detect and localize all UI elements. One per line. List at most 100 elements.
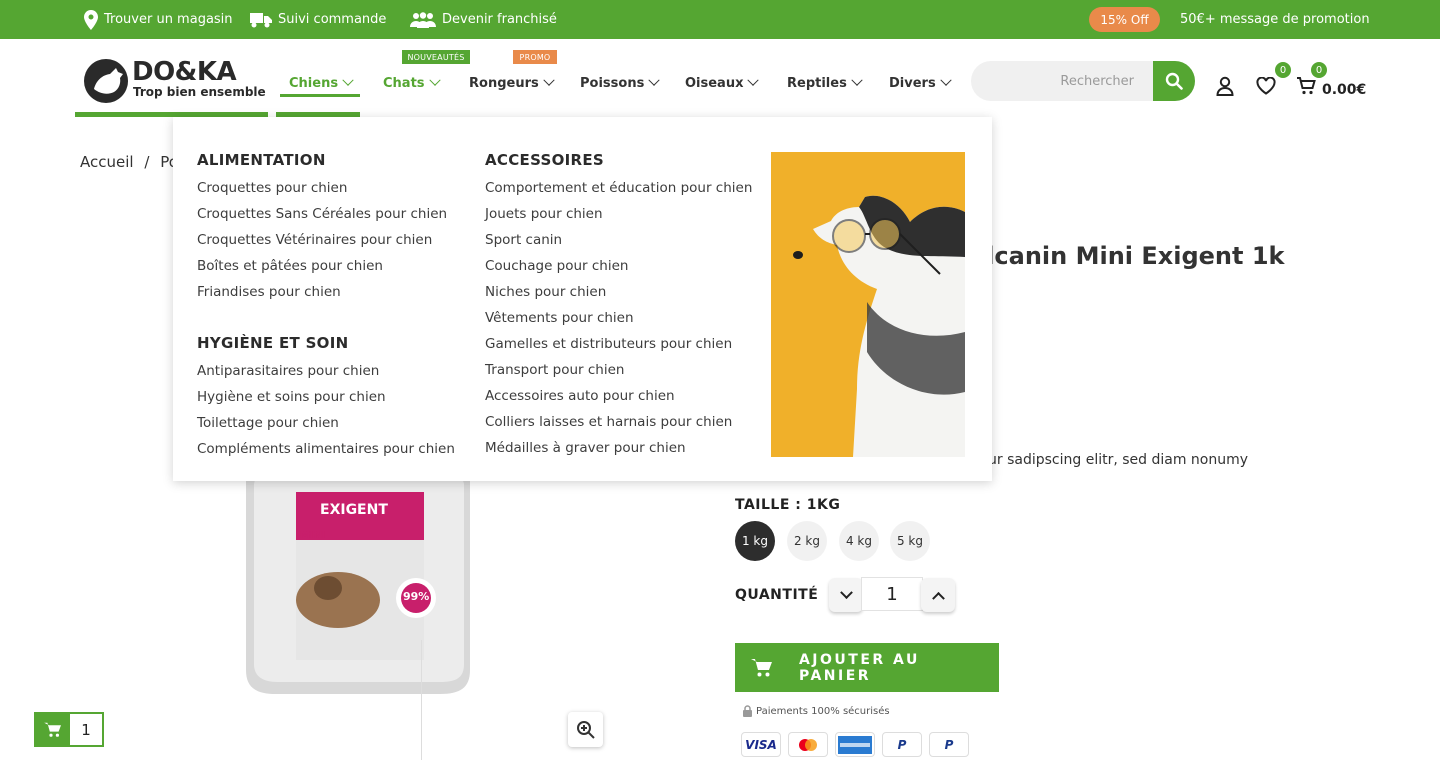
package-sub: MINI	[300, 530, 326, 541]
menu-link[interactable]: Toilettage pour chien	[197, 414, 339, 432]
size-option[interactable]: 4 kg	[839, 521, 879, 561]
chevron-down-icon	[428, 74, 441, 86]
nav-item-reptiles[interactable]: Reptiles	[787, 71, 863, 95]
search-placeholder: Rechercher	[1060, 73, 1134, 89]
franchise-link[interactable]: Devenir franchisé	[409, 0, 557, 39]
breadcrumb-separator: /	[144, 153, 150, 171]
menu-link[interactable]: Niches pour chien	[485, 283, 606, 301]
menu-link[interactable]: Gamelles et distributeurs pour chien	[485, 335, 732, 353]
menu-heading-alimentation: ALIMENTATION	[197, 151, 326, 169]
dog-with-glasses-image[interactable]	[771, 152, 965, 457]
menu-link[interactable]: Boîtes et pâtées pour chien	[197, 257, 383, 275]
product-description: ur sadipscing elitr, sed diam nonumy	[988, 452, 1249, 468]
size-option[interactable]: 5 kg	[890, 521, 930, 561]
nav-item-rongeurs[interactable]: Rongeurs	[469, 71, 555, 95]
cart-total[interactable]: 0.00€	[1322, 82, 1366, 98]
quantity-label: QUANTITÉ	[735, 587, 819, 603]
package-label: EXIGENT	[320, 502, 388, 518]
quantity-decrease-button[interactable]	[829, 578, 863, 612]
cart-count: 0	[1311, 62, 1327, 78]
zoom-in-icon	[576, 720, 595, 739]
truck-icon	[250, 12, 272, 27]
logo-tagline: Trop bien ensemble	[133, 85, 266, 99]
top-bar: Trouver un magasin Suivi commande Deveni…	[0, 0, 1440, 39]
nav-label: Oiseaux	[685, 75, 744, 91]
order-tracking-link[interactable]: Suivi commande	[250, 0, 386, 39]
menu-link[interactable]: Médailles à graver pour chien	[485, 439, 686, 457]
order-tracking-label: Suivi commande	[278, 12, 387, 27]
mega-menu-chiens: ALIMENTATION Croquettes pour chien Croqu…	[173, 117, 992, 481]
add-to-cart-button[interactable]: AJOUTER AU PANIER	[735, 643, 999, 692]
size-option[interactable]: 2 kg	[787, 521, 827, 561]
quantity-increase-button[interactable]	[921, 578, 955, 612]
promo-message: 50€+ message de promotion	[1180, 12, 1370, 27]
package-percent: 99%	[403, 590, 430, 603]
menu-link[interactable]: Croquettes Vétérinaires pour chien	[197, 231, 432, 249]
visa-icon: VISA	[741, 732, 781, 757]
cart-button[interactable]	[1293, 74, 1319, 98]
logo[interactable]: DO&KA Trop bien ensemble	[84, 57, 266, 105]
chevron-down-icon	[839, 585, 853, 599]
menu-link[interactable]: Hygiène et soins pour chien	[197, 388, 386, 406]
floating-cart-count: 1	[81, 720, 91, 739]
chevron-down-icon	[940, 74, 952, 86]
size-label: TAILLE : 1KG	[735, 497, 841, 513]
nav-item-chiens[interactable]: Chiens	[289, 71, 354, 95]
menu-link[interactable]: Croquettes Sans Céréales pour chien	[197, 205, 447, 223]
menu-heading-accessoires: ACCESSOIRES	[485, 151, 605, 169]
nav-label: Chiens	[289, 75, 339, 91]
menu-link[interactable]: Compléments alimentaires pour chien	[197, 440, 455, 458]
zoom-button[interactable]	[568, 712, 603, 747]
product-title: alcanin Mini Exigent 1k	[970, 242, 1285, 270]
logo-mark-icon	[84, 59, 128, 103]
menu-link[interactable]: Transport pour chien	[485, 361, 624, 379]
breadcrumb-home[interactable]: Accueil	[80, 153, 134, 171]
nav-label: Reptiles	[787, 75, 847, 91]
store-finder-link[interactable]: Trouver un magasin	[84, 0, 233, 39]
amex-icon	[835, 732, 875, 757]
menu-link[interactable]: Accessoires auto pour chien	[485, 387, 675, 405]
chevron-down-icon	[851, 74, 863, 86]
wishlist-button[interactable]	[1253, 74, 1279, 98]
floating-cart[interactable]: 1	[34, 712, 104, 747]
search-button[interactable]	[1153, 61, 1195, 101]
wishlist-count: 0	[1275, 62, 1291, 78]
nav-label: Poissons	[580, 75, 645, 91]
search-icon	[1165, 72, 1183, 90]
menu-link[interactable]: Colliers laisses et harnais pour chien	[485, 413, 732, 431]
menu-link[interactable]: Sport canin	[485, 231, 562, 249]
menu-link[interactable]: Croquettes pour chien	[197, 179, 347, 197]
store-finder-label: Trouver un magasin	[104, 12, 233, 27]
nav-item-oiseaux[interactable]: Oiseaux	[685, 71, 760, 95]
heart-icon	[1256, 77, 1276, 95]
cart-icon	[1297, 77, 1316, 95]
discount-pill[interactable]: 15% Off	[1089, 7, 1160, 32]
menu-link[interactable]: Vêtements pour chien	[485, 309, 634, 327]
user-icon	[1216, 76, 1234, 96]
size-option[interactable]: 1 kg	[735, 521, 775, 561]
paypal-icon: P	[929, 732, 969, 757]
nav-item-divers[interactable]: Divers	[889, 71, 952, 95]
logo-name: DO&KA	[132, 57, 237, 87]
nav-item-chats[interactable]: Chats	[383, 71, 441, 95]
menu-link[interactable]: Jouets pour chien	[485, 205, 603, 223]
lock-icon	[743, 705, 752, 717]
nav-active-indicator	[280, 94, 360, 97]
account-button[interactable]	[1212, 74, 1238, 98]
menu-link[interactable]: Friandises pour chien	[197, 283, 341, 301]
secure-payment-label: Paiements 100% sécurisés	[756, 705, 890, 717]
nav-item-poissons[interactable]: Poissons	[580, 71, 660, 95]
franchise-label: Devenir franchisé	[442, 12, 557, 27]
mastercard-icon	[788, 732, 828, 757]
image-divider	[421, 640, 422, 760]
quantity-input[interactable]: 1	[861, 577, 923, 611]
secure-payment: Paiements 100% sécurisés	[742, 705, 890, 717]
menu-link[interactable]: Comportement et éducation pour chien	[485, 179, 752, 197]
group-people-icon	[410, 11, 436, 28]
cart-icon	[751, 658, 772, 676]
cart-icon	[36, 714, 70, 745]
menu-link[interactable]: Antiparasitaires pour chien	[197, 362, 379, 380]
menu-link[interactable]: Couchage pour chien	[485, 257, 628, 275]
chevron-up-icon	[931, 591, 945, 605]
chevron-down-icon	[648, 74, 660, 86]
